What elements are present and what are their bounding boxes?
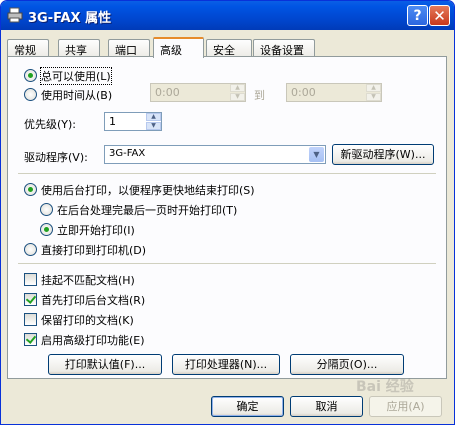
advanced-features-checkbox[interactable] — [24, 333, 37, 346]
tab-strip: 常规 共享 端口 高级 安全 设备设置 — [7, 37, 447, 58]
start-after-last-page-label[interactable]: 在后台处理完最后一页时开始打印(T) — [57, 202, 237, 218]
start-immediately-label[interactable]: 立即开始打印(I) — [57, 222, 135, 238]
priority-spinner[interactable]: 1 ▲ ▼ — [104, 112, 162, 131]
print-direct-radio[interactable] — [24, 243, 37, 256]
to-label: 到 — [254, 89, 265, 102]
help-button[interactable]: ? — [407, 5, 428, 26]
properties-dialog: 3G-FAX 属性 ? ✕ 常规 共享 端口 高级 安全 设备设置 总可以使用(… — [0, 0, 455, 425]
start-time-arrows: ▲ ▼ — [230, 84, 245, 101]
priority-arrows: ▲ ▼ — [146, 113, 161, 130]
print-processor-button[interactable]: 打印处理器(N)... — [172, 354, 280, 375]
spin-up-icon[interactable]: ▲ — [230, 84, 245, 92]
spool-label[interactable]: 使用后台打印，以便程序更快地结束打印(S) — [41, 182, 255, 198]
spool-radio[interactable] — [24, 183, 37, 196]
print-spooled-first-label[interactable]: 首先打印后台文档(R) — [41, 292, 145, 308]
printing-defaults-button[interactable]: 打印默认值(F)... — [48, 354, 162, 375]
divider — [18, 173, 436, 174]
print-direct-label[interactable]: 直接打印到打印机(D) — [41, 242, 146, 258]
keep-printed-label[interactable]: 保留打印的文档(K) — [41, 312, 134, 328]
cancel-button[interactable]: 取消 — [290, 396, 363, 417]
priority-label: 优先级(Y): — [24, 118, 77, 131]
spin-down-icon[interactable]: ▼ — [146, 122, 161, 130]
advanced-panel: 总可以使用(L) 使用时间从(B) 0:00 ▲ ▼ 到 0:00 ▲ ▼ 优先… — [7, 56, 447, 379]
start-time-spinner[interactable]: 0:00 ▲ ▼ — [150, 83, 246, 102]
tab-sharing[interactable]: 共享 — [58, 39, 100, 57]
end-time-spinner[interactable]: 0:00 ▲ ▼ — [286, 83, 382, 102]
spin-down-icon[interactable]: ▼ — [230, 93, 245, 101]
end-time-arrows: ▲ ▼ — [366, 84, 381, 101]
always-available-radio[interactable] — [24, 69, 37, 82]
chevron-down-icon[interactable]: ▼ — [309, 147, 324, 162]
close-button[interactable]: ✕ — [429, 5, 450, 26]
apply-button[interactable]: 应用(A) — [369, 396, 442, 417]
spin-down-icon[interactable]: ▼ — [366, 93, 381, 101]
driver-label: 驱动程序(V): — [24, 151, 88, 164]
always-available-label[interactable]: 总可以使用(L) — [40, 67, 112, 85]
ok-button[interactable]: 确定 — [211, 396, 284, 417]
title-bar[interactable]: 3G-FAX 属性 ? ✕ — [1, 1, 454, 30]
advanced-features-label[interactable]: 启用高级打印功能(E) — [41, 332, 145, 348]
window-title: 3G-FAX 属性 — [28, 11, 112, 26]
spin-up-icon[interactable]: ▲ — [146, 113, 161, 121]
watermark: Bai 经验 — [356, 379, 414, 395]
hold-mismatched-label[interactable]: 挂起不匹配文档(H) — [41, 272, 135, 288]
spin-up-icon[interactable]: ▲ — [366, 84, 381, 92]
tab-ports[interactable]: 端口 — [108, 39, 150, 57]
end-time-value: 0:00 — [291, 86, 316, 99]
tab-security[interactable]: 安全 — [206, 39, 252, 57]
driver-select[interactable]: 3G-FAX ▼ — [104, 145, 326, 164]
tab-advanced[interactable]: 高级 — [153, 37, 204, 58]
print-spooled-first-checkbox[interactable] — [24, 293, 37, 306]
available-from-label[interactable]: 使用时间从(B) — [41, 87, 112, 103]
hold-mismatched-checkbox[interactable] — [24, 273, 37, 286]
priority-value: 1 — [109, 115, 116, 128]
separator-page-button[interactable]: 分隔页(O)... — [290, 354, 404, 375]
printer-icon — [7, 7, 23, 23]
tab-device-settings[interactable]: 设备设置 — [253, 39, 315, 57]
available-from-radio[interactable] — [24, 88, 37, 101]
driver-value: 3G-FAX — [109, 148, 146, 159]
start-immediately-radio[interactable] — [40, 223, 53, 236]
new-driver-button[interactable]: 新驱动程序(W)... — [332, 144, 434, 165]
keep-printed-checkbox[interactable] — [24, 313, 37, 326]
start-after-last-page-radio[interactable] — [40, 203, 53, 216]
tab-general[interactable]: 常规 — [7, 39, 49, 57]
divider — [18, 263, 436, 264]
start-time-value: 0:00 — [155, 86, 180, 99]
